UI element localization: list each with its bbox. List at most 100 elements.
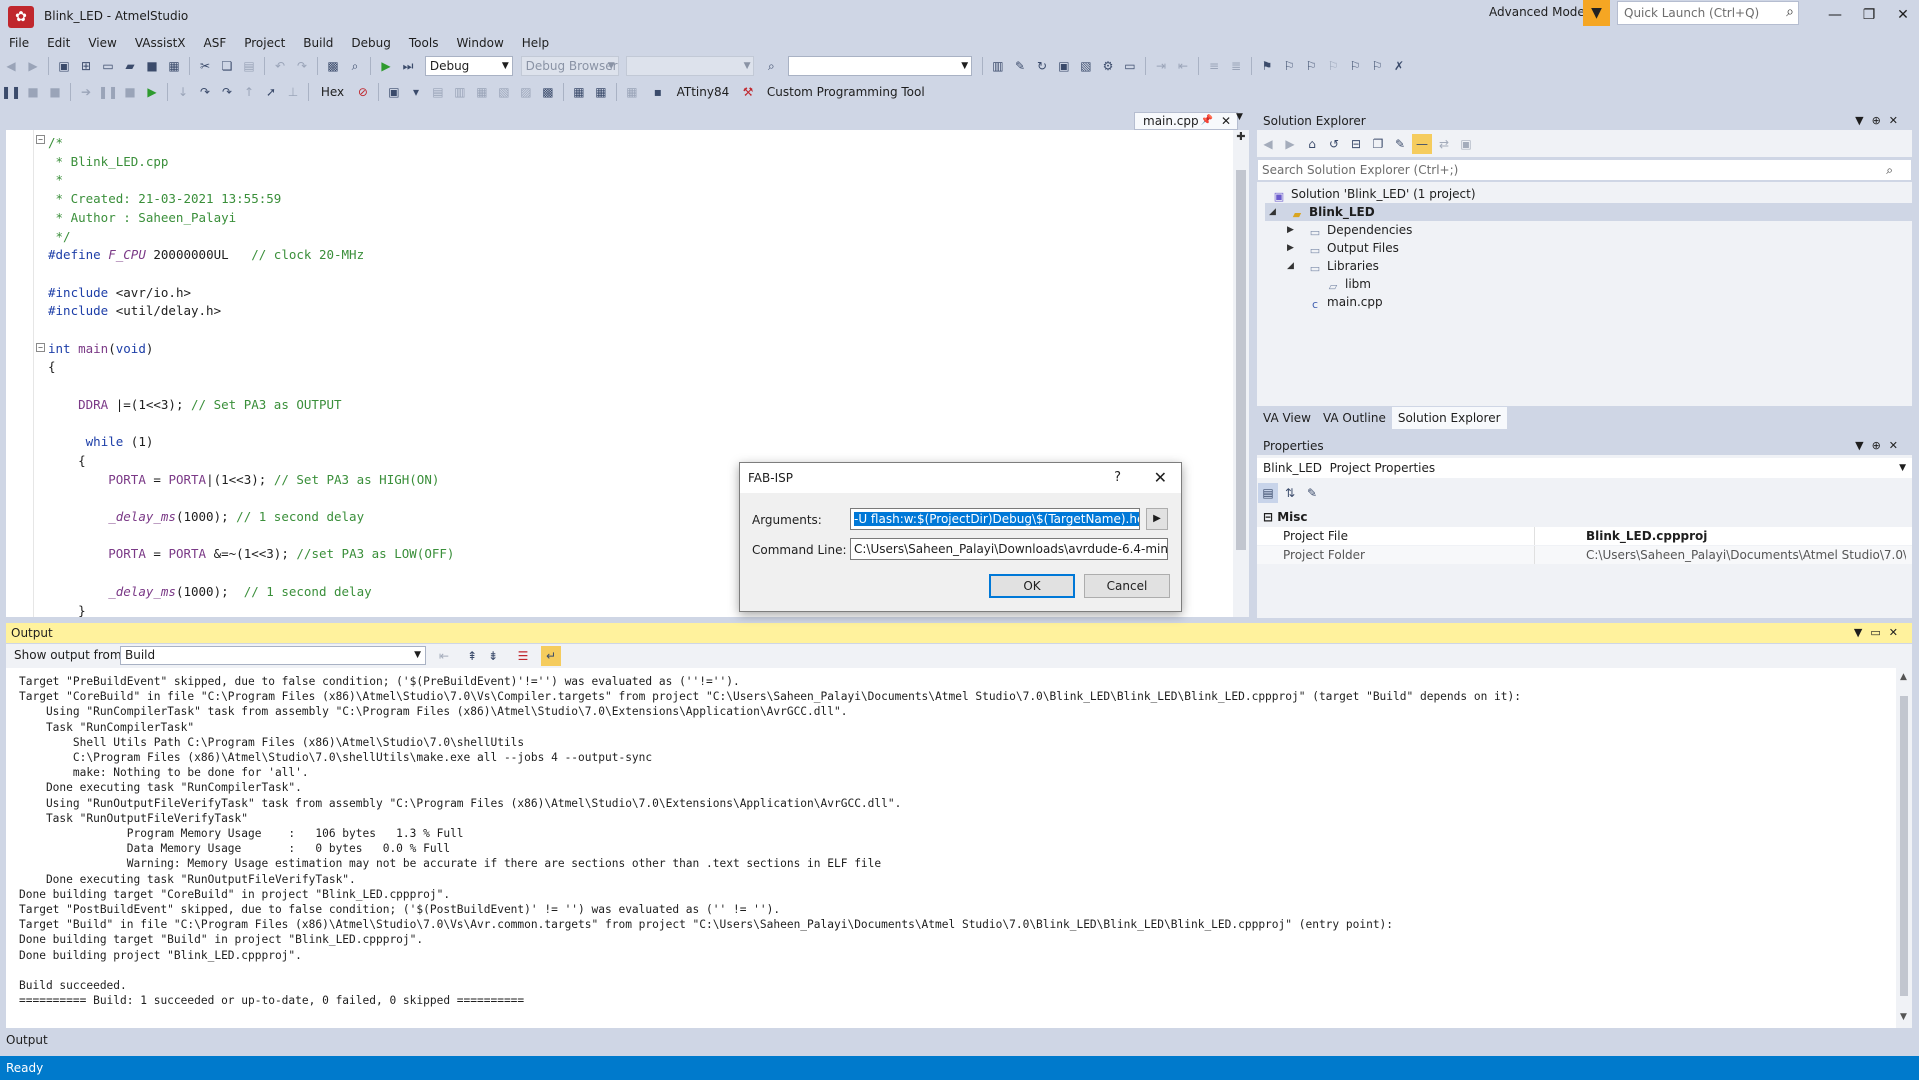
- processor-icon[interactable]: ▦: [472, 82, 492, 102]
- break-all-icon[interactable]: ❚❚: [1, 82, 21, 102]
- menu-tools[interactable]: Tools: [400, 33, 448, 53]
- find-combo[interactable]: ▼: [788, 56, 973, 76]
- show-all-files-icon[interactable]: ❐: [1368, 134, 1388, 154]
- find-icon[interactable]: ⌕: [345, 56, 365, 76]
- next-bookmark-icon[interactable]: ⚐: [1301, 56, 1321, 76]
- solution-search-input[interactable]: Search Solution Explorer (Ctrl+;) ⌕: [1257, 159, 1912, 181]
- stop-icon[interactable]: ■: [120, 82, 140, 102]
- property-row[interactable]: Project File Blink_LED.cppproj: [1257, 527, 1912, 545]
- maximize-button[interactable]: ❐: [1854, 4, 1884, 26]
- open-file-icon[interactable]: ▰: [120, 56, 140, 76]
- device-2-icon[interactable]: ▦: [591, 82, 611, 102]
- new-project-icon[interactable]: ▣: [54, 56, 74, 76]
- clear-all-icon[interactable]: ☰: [513, 646, 533, 666]
- tree-item[interactable]: ◢ ▰ Blink_LED: [1265, 203, 1912, 221]
- fold-toggle-icon[interactable]: −: [36, 135, 45, 144]
- forward-icon[interactable]: ▶: [1280, 134, 1300, 154]
- programming-tool-icon[interactable]: ⚒: [738, 82, 758, 102]
- properties-object-select[interactable]: Blink_LED Project Properties ▼: [1257, 458, 1912, 478]
- tree-item[interactable]: ▶ ▭ Dependencies: [1257, 221, 1912, 239]
- prev-message-icon[interactable]: ⇞: [462, 646, 482, 666]
- word-wrap-icon[interactable]: ↵: [541, 646, 561, 666]
- close-window-button[interactable]: ✕: [1888, 4, 1918, 26]
- find-message-icon[interactable]: ⇤: [434, 646, 454, 666]
- next-message-icon[interactable]: ⇟: [483, 646, 503, 666]
- stop-debugging-icon[interactable]: ■: [23, 82, 43, 102]
- split-editor-icon[interactable]: ✚: [1233, 130, 1249, 146]
- back-icon[interactable]: ◀: [1258, 134, 1278, 154]
- step-over-icon[interactable]: ↷: [195, 82, 215, 102]
- run-to-cursor-icon[interactable]: ➚: [261, 82, 281, 102]
- cut-icon[interactable]: ✂: [195, 56, 215, 76]
- menu-debug[interactable]: Debug: [342, 33, 399, 53]
- outdent-icon[interactable]: ⇤: [1173, 56, 1193, 76]
- properties-category[interactable]: ⊟ Misc: [1257, 508, 1912, 526]
- tree-item[interactable]: ▱ libm: [1257, 275, 1912, 293]
- clear-bookmarks-icon[interactable]: ✗: [1389, 56, 1409, 76]
- new-file-icon[interactable]: ▭: [98, 56, 118, 76]
- minimize-button[interactable]: —: [1820, 4, 1850, 26]
- uncomment-icon[interactable]: ≣: [1226, 56, 1246, 76]
- tree-item[interactable]: ▣ Solution 'Blink_LED' (1 project): [1257, 185, 1912, 203]
- cancel-button[interactable]: Cancel: [1084, 574, 1170, 598]
- breakpoints-window-icon[interactable]: ▣: [384, 82, 404, 102]
- show-next-statement-icon[interactable]: ➔: [76, 82, 96, 102]
- memory-window-icon[interactable]: ▤: [428, 82, 448, 102]
- tree-item[interactable]: ▶ ▭ Output Files: [1257, 239, 1912, 257]
- menu-view[interactable]: View: [79, 33, 125, 53]
- properties-icon[interactable]: ✎: [1390, 134, 1410, 154]
- step-over-2-icon[interactable]: ↷: [217, 82, 237, 102]
- panel-pin-icon[interactable]: ⊕: [1872, 439, 1889, 452]
- add-item-icon[interactable]: ⊞: [76, 56, 96, 76]
- window-layout-icon[interactable]: ▭: [1120, 56, 1140, 76]
- panel-close-icon[interactable]: ✕: [1889, 439, 1906, 452]
- menu-edit[interactable]: Edit: [38, 33, 79, 53]
- save-icon[interactable]: ■: [142, 56, 162, 76]
- advanced-mode-label[interactable]: Advanced Mode: [1489, 5, 1585, 19]
- undo-icon[interactable]: ↶: [270, 56, 290, 76]
- configuration-select[interactable]: Debug ▼: [424, 56, 513, 76]
- preview-icon[interactable]: ▣: [1456, 134, 1476, 154]
- copy-icon[interactable]: ❏: [217, 56, 237, 76]
- editor-scrollbar[interactable]: [1233, 130, 1249, 617]
- panel-dropdown-icon[interactable]: ▼: [1855, 114, 1871, 127]
- watch-icon[interactable]: ▾: [406, 82, 426, 102]
- dialog-close-button[interactable]: ✕: [1154, 463, 1167, 493]
- platform-select[interactable]: ▼: [626, 56, 755, 76]
- tab-solution-explorer[interactable]: Solution Explorer: [1391, 407, 1507, 429]
- start-debugging-icon[interactable]: ▶: [376, 56, 396, 76]
- output-scrollbar[interactable]: ▲ ▼: [1896, 668, 1912, 1028]
- panel-pin-icon[interactable]: ⊕: [1872, 114, 1889, 127]
- menu-help[interactable]: Help: [513, 33, 558, 53]
- step-out-icon[interactable]: ↑: [239, 82, 259, 102]
- forward-icon[interactable]: ▶: [23, 56, 43, 76]
- ok-button[interactable]: OK: [989, 574, 1075, 598]
- redo-icon[interactable]: ↷: [292, 56, 312, 76]
- active-toggle-icon[interactable]: —: [1412, 134, 1432, 154]
- hex-toggle-icon[interactable]: ⊘: [353, 82, 373, 102]
- extension-icon[interactable]: ▧: [1076, 56, 1096, 76]
- panel-close-icon[interactable]: ✕: [1889, 114, 1906, 127]
- menu-vassistx[interactable]: VAssistX: [126, 33, 195, 53]
- categorized-icon[interactable]: ▤: [1258, 483, 1278, 503]
- output-text[interactable]: Target "PreBuildEvent" skipped, due to f…: [6, 668, 1896, 1028]
- solution-icon[interactable]: ▩: [323, 56, 343, 76]
- panel-dropdown-icon[interactable]: ▼: [1855, 439, 1871, 452]
- show-output-from-select[interactable]: Build ▼: [120, 646, 426, 665]
- chip-icon[interactable]: ▪: [648, 82, 668, 102]
- menu-project[interactable]: Project: [235, 33, 294, 53]
- next-bookmark-folder-icon[interactable]: ⚐: [1367, 56, 1387, 76]
- bookmark-folder-icon[interactable]: ⚐: [1323, 56, 1343, 76]
- comment-icon[interactable]: ≡: [1204, 56, 1224, 76]
- property-row[interactable]: Project Folder C:\Users\Saheen_Palayi\Do…: [1257, 546, 1912, 564]
- bookmark-icon[interactable]: ⚑: [1257, 56, 1277, 76]
- tab-output[interactable]: Output: [0, 1030, 48, 1050]
- prev-bookmark-icon[interactable]: ⚐: [1279, 56, 1299, 76]
- tab-main-cpp[interactable]: main.cpp 📌 ✕: [1134, 112, 1238, 130]
- restart-icon[interactable]: ■: [45, 82, 65, 102]
- quick-launch-input[interactable]: Quick Launch (Ctrl+Q) ⌕: [1617, 1, 1799, 25]
- panel-maximize-icon[interactable]: ▭: [1870, 626, 1888, 639]
- history-icon[interactable]: ↺: [1324, 134, 1344, 154]
- expand-arrow-icon[interactable]: ▶: [1287, 239, 1294, 257]
- grid-icon[interactable]: ▦: [622, 82, 642, 102]
